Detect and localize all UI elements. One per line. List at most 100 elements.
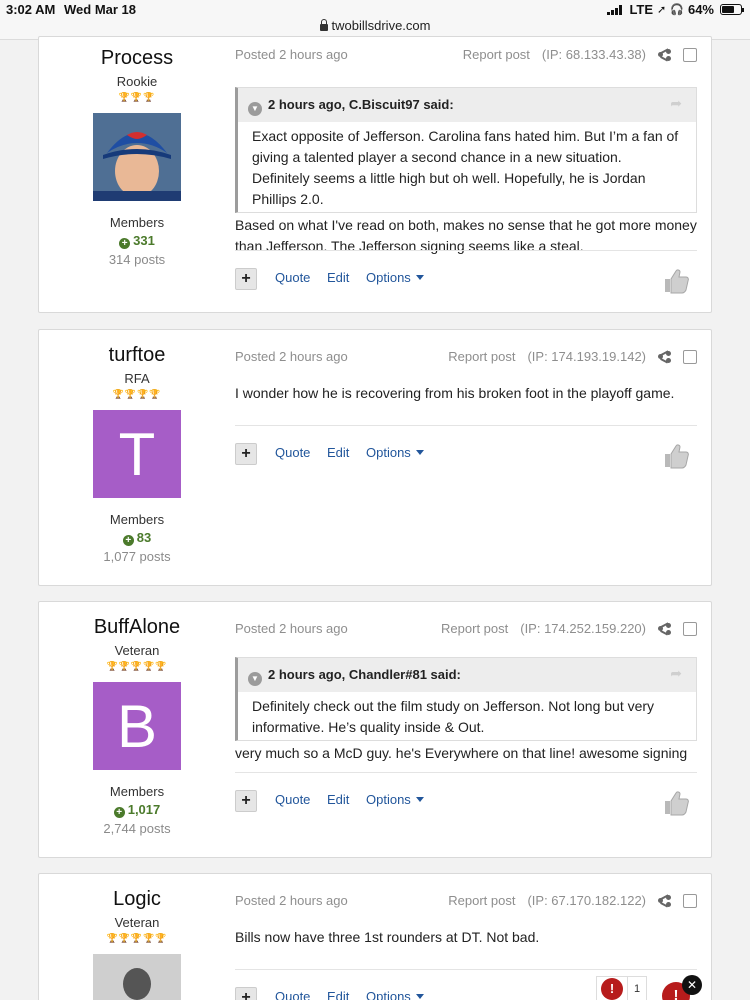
reputation: +1,017 (39, 802, 235, 818)
post-content: very much so a McD guy. he's Everywhere … (235, 744, 688, 761)
lock-icon (319, 19, 328, 31)
headphones-icon: 🎧 (670, 4, 684, 16)
reputation-value: 1,017 (127, 802, 161, 817)
post-body: ▼ 2 hours ago, C.Biscuit97 said: ➦ Exact o… (235, 87, 697, 257)
post-controls: + Quote Edit Options (235, 772, 697, 822)
post-controls: + Quote Edit Options (235, 425, 697, 475)
author-rank: Rookie (116, 74, 158, 89)
posted-time[interactable]: Posted 2 hours ago (235, 621, 348, 636)
author-name[interactable]: BuffAlone (39, 616, 235, 639)
author-rank: Veteran (114, 643, 160, 658)
thumbs-up-icon[interactable] (661, 787, 691, 817)
share-icon[interactable] (658, 894, 671, 907)
avatar[interactable]: B (93, 682, 181, 770)
signal-icon (607, 4, 623, 15)
thumbs-up-icon[interactable] (661, 265, 691, 295)
reputation-value: 83 (136, 530, 152, 545)
edit-button[interactable]: Edit (327, 989, 349, 1000)
post-card: Process Rookie 🏆🏆🏆 Members +331 314 post… (38, 36, 712, 313)
options-button[interactable]: Options (366, 445, 424, 460)
posted-time[interactable]: Posted 2 hours ago (235, 47, 348, 62)
member-group: Members (109, 784, 165, 799)
caret-down-icon (415, 450, 424, 455)
multiquote-button[interactable]: + (235, 268, 257, 290)
thumbs-up-icon[interactable] (661, 440, 691, 470)
post-card: turftoe RFA 🏆🏆🏆🏆 T Members +83 1,077 pos… (38, 329, 712, 586)
author-name[interactable]: turftoe (39, 344, 235, 367)
post-count: 1,077 posts (103, 549, 171, 564)
post-controls: + Quote Edit Options (235, 250, 697, 300)
author-panel: Logic Veteran 🏆🏆🏆🏆🏆 (39, 874, 235, 1000)
reaction-count-badge[interactable]: ! 1 (596, 976, 648, 1000)
rank-pips: 🏆🏆🏆🏆 (112, 389, 162, 399)
battery-icon (720, 4, 744, 15)
avatar[interactable] (93, 954, 181, 1000)
battery-label: 64% (687, 2, 714, 17)
rank-pips: 🏆🏆🏆🏆🏆 (106, 933, 168, 943)
posted-time[interactable]: Posted 2 hours ago (235, 349, 348, 364)
reaction-count: 1 (627, 977, 646, 1000)
options-label: Options (366, 989, 411, 1000)
post-card: BuffAlone Veteran 🏆🏆🏆🏆🏆 B Members +1,017… (38, 601, 712, 858)
status-indicators: LTE ➚ 🎧 64% (607, 2, 744, 17)
share-icon[interactable] (658, 622, 671, 635)
address-bar[interactable]: twobillsdrive.com (0, 18, 750, 33)
quote-header[interactable]: ▼ 2 hours ago, Chandler#81 said: ➦ (238, 658, 696, 692)
edit-button[interactable]: Edit (327, 445, 349, 460)
multiquote-button[interactable]: + (235, 443, 257, 465)
avatar[interactable] (93, 113, 181, 201)
report-post-link[interactable]: Report post (441, 621, 508, 636)
status-date: Wed Mar 18 (64, 2, 137, 17)
avatar[interactable]: T (93, 410, 181, 498)
edit-button[interactable]: Edit (327, 792, 349, 807)
posted-time[interactable]: Posted 2 hours ago (235, 893, 348, 908)
multiquote-button[interactable]: + (235, 987, 257, 1000)
reputation: +83 (39, 530, 235, 546)
post-meta: Posted 2 hours ago Report post (IP: 174.… (235, 621, 697, 641)
select-post-checkbox[interactable] (683, 893, 697, 908)
post-content: I wonder how he is recovering from his b… (235, 385, 675, 401)
options-button[interactable]: Options (366, 270, 424, 285)
select-post-checkbox[interactable] (683, 349, 697, 364)
edit-button[interactable]: Edit (327, 270, 349, 285)
post-body: ▼ 2 hours ago, Chandler#81 said: ➦ Definit… (235, 657, 697, 764)
jump-to-post-icon[interactable]: ➦ (670, 93, 682, 114)
post-count: 314 posts (108, 252, 166, 267)
quote-header[interactable]: ▼ 2 hours ago, C.Biscuit97 said: ➦ (238, 88, 696, 122)
rank-pips: 🏆🏆🏆 (118, 92, 156, 102)
report-post-link[interactable]: Report post (463, 47, 530, 62)
report-post-link[interactable]: Report post (448, 893, 515, 908)
quote-button[interactable]: Quote (275, 270, 310, 285)
close-icon[interactable]: ✕ (682, 975, 702, 995)
options-button[interactable]: Options (366, 792, 424, 807)
author-panel: Process Rookie 🏆🏆🏆 Members +331 314 post… (39, 37, 235, 267)
location-icon: ➚ (657, 4, 667, 16)
select-post-checkbox[interactable] (683, 621, 697, 636)
author-name[interactable]: Logic (39, 888, 235, 911)
post-meta: Posted 2 hours ago Report post (IP: 67.1… (235, 893, 697, 913)
options-button[interactable]: Options (366, 989, 424, 1000)
quote-button[interactable]: Quote (275, 989, 310, 1000)
caret-down-icon (415, 797, 424, 802)
author-name[interactable]: Process (39, 47, 235, 70)
caret-down-icon (415, 275, 424, 280)
ip-address: (IP: 174.252.159.220) (520, 621, 646, 636)
author-rank: Veteran (114, 915, 160, 930)
select-post-checkbox[interactable] (683, 47, 697, 62)
quote-text: Definitely check out the film study on J… (252, 697, 655, 735)
member-group: Members (109, 512, 165, 527)
post-body: I wonder how he is recovering from his b… (235, 383, 697, 404)
quote-block: ▼ 2 hours ago, C.Biscuit97 said: ➦ Exact o… (235, 87, 697, 213)
member-group: Members (109, 215, 165, 230)
share-icon[interactable] (658, 48, 671, 61)
share-icon[interactable] (658, 350, 671, 363)
quote-button[interactable]: Quote (275, 445, 310, 460)
multiquote-button[interactable]: + (235, 790, 257, 812)
report-post-link[interactable]: Report post (448, 349, 515, 364)
quote-text: Exact opposite of Jefferson. Carolina fa… (252, 127, 679, 207)
chevron-down-icon[interactable]: ▼ (248, 671, 262, 686)
post-meta: Posted 2 hours ago Report post (IP: 68.1… (235, 47, 697, 67)
jump-to-post-icon[interactable]: ➦ (670, 663, 682, 684)
quote-button[interactable]: Quote (275, 792, 310, 807)
chevron-down-icon[interactable]: ▼ (248, 101, 262, 116)
